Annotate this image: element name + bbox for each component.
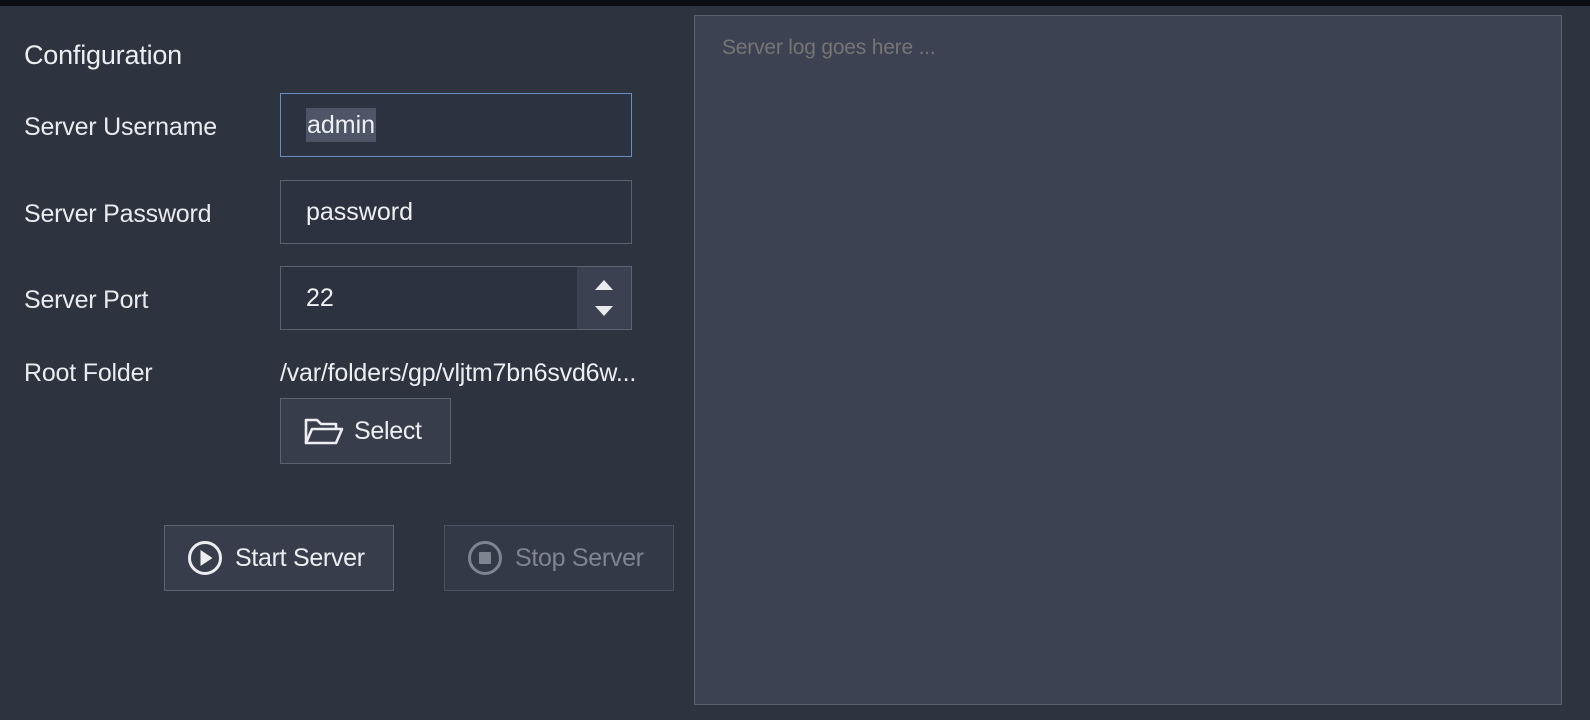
select-button-label: Select [354,416,422,445]
server-port-label: Server Port [24,286,149,314]
root-folder-path: /var/folders/gp/vljtm7bn6svd6w... [280,359,637,387]
port-spinner-buttons [577,267,631,329]
port-increment-button[interactable] [589,278,619,292]
triangle-down-icon [595,306,613,316]
start-server-button[interactable]: Start Server [164,525,394,591]
server-log-textarea[interactable] [694,15,1562,705]
play-circle-icon [187,540,223,576]
configuration-title: Configuration [24,40,183,70]
server-port-spinner[interactable]: 22 [280,266,632,330]
server-password-input[interactable]: password [280,180,632,244]
server-port-value: 22 [306,283,334,312]
folder-open-icon [303,416,345,446]
server-username-value: admin [306,108,377,142]
server-password-label: Server Password [24,200,212,228]
port-decrement-button[interactable] [589,304,619,318]
start-server-label: Start Server [235,543,365,572]
server-username-input[interactable]: admin [280,93,632,157]
server-username-label: Server Username [24,113,217,141]
select-folder-button[interactable]: Select [280,398,451,464]
root-folder-label: Root Folder [24,359,153,387]
stop-server-label: Stop Server [515,543,644,572]
configuration-panel: Configuration Server Username admin Serv… [0,6,694,720]
server-password-value: password [306,197,413,226]
stop-circle-icon [467,540,503,576]
triangle-up-icon [595,280,613,290]
stop-server-button[interactable]: Stop Server [444,525,674,591]
